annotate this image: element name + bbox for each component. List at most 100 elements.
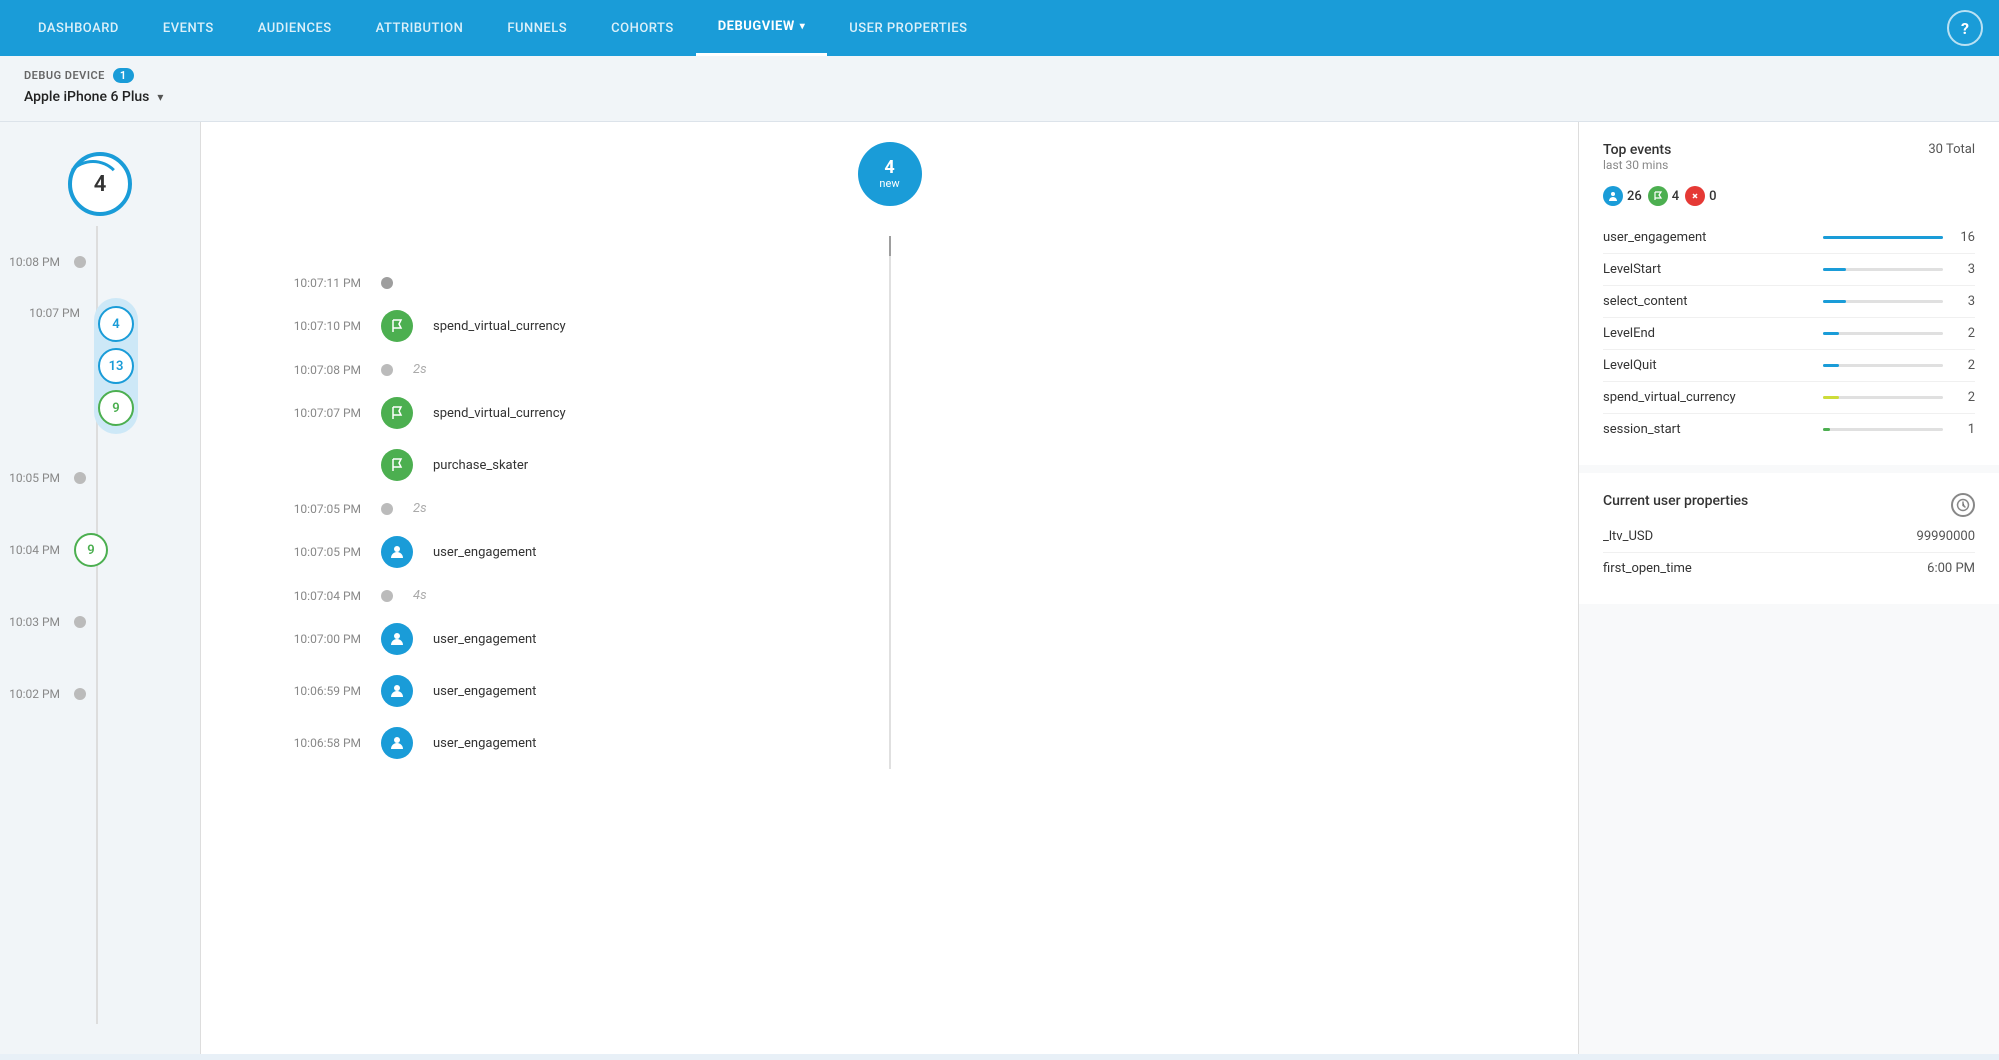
nav-audiences[interactable]: AUDIENCES xyxy=(236,0,354,56)
event-time: 10:07:05 PM xyxy=(241,545,361,559)
event-list-item[interactable]: LevelQuit 2 xyxy=(1603,350,1975,382)
prop-key: first_open_time xyxy=(1603,561,1692,576)
nav-funnels[interactable]: FUNNELS xyxy=(485,0,589,56)
event-list-count: 16 xyxy=(1955,230,1975,245)
timeline-row-1004: 10:04 PM 9 xyxy=(0,514,200,586)
timeline-node: 9 xyxy=(74,533,108,567)
event-time: 10:07:04 PM xyxy=(241,589,361,603)
event-name: spend_virtual_currency xyxy=(433,319,1538,334)
event-list-name: LevelStart xyxy=(1603,262,1811,277)
debugview-dropdown-arrow: ▾ xyxy=(800,21,806,32)
event-list-count: 2 xyxy=(1955,326,1975,341)
user-properties-title: Current user properties xyxy=(1603,493,1748,509)
timeline-time: 10:03 PM xyxy=(0,615,60,629)
timeline-node xyxy=(74,472,86,484)
nav-cohorts[interactable]: COHORTS xyxy=(589,0,696,56)
timeline-pill-green: 9 xyxy=(74,533,108,567)
event-list-name: select_content xyxy=(1603,294,1811,309)
feed-top-bubble: 4 new xyxy=(858,142,922,206)
feed-event-row-gap: 10:07:05 PM 2s xyxy=(201,491,1578,526)
event-list-item[interactable]: LevelStart 3 xyxy=(1603,254,1975,286)
event-bar xyxy=(1823,364,1943,367)
timeline-row-1005: 10:05 PM xyxy=(0,442,200,514)
timeline-node xyxy=(74,688,86,700)
left-timeline: 4 10:08 PM 10:07 PM 4 13 9 xyxy=(0,122,200,1054)
event-name: user_engagement xyxy=(433,736,1538,751)
event-bar xyxy=(1823,396,1943,399)
feed-event-row: purchase_skater xyxy=(201,439,1578,491)
timeline-pill-9: 9 xyxy=(98,390,134,426)
event-bar-fill xyxy=(1823,428,1830,431)
nav-events[interactable]: EVENTS xyxy=(141,0,236,56)
center-feed: 4 new 10:07:11 PM 10:07:10 PM xyxy=(200,122,1579,1054)
right-panel: Top events last 30 mins 30 Total 26 xyxy=(1579,122,1999,1054)
event-list-item[interactable]: spend_virtual_currency 2 xyxy=(1603,382,1975,414)
count-chip-red: 0 xyxy=(1685,186,1716,206)
device-selector[interactable]: Apple iPhone 6 Plus ▾ xyxy=(24,89,1975,105)
event-bar xyxy=(1823,268,1943,271)
timeline-dot xyxy=(74,616,86,628)
event-time: 10:06:58 PM xyxy=(241,736,361,750)
event-icon-gap xyxy=(381,503,393,515)
prop-row: _ltv_USD 99990000 xyxy=(1603,521,1975,553)
nav-dashboard[interactable]: DASHBOARD xyxy=(16,0,141,56)
feed-event-row-gap: 10:07:08 PM 2s xyxy=(201,352,1578,387)
event-icon-person xyxy=(381,675,413,707)
event-name: spend_virtual_currency xyxy=(433,406,1538,421)
event-time: 10:07:11 PM xyxy=(241,276,361,290)
timeline-row-1008: 10:08 PM xyxy=(0,226,200,298)
nav-debugview[interactable]: DEBUGVIEW ▾ xyxy=(696,0,828,56)
top-events-title: Top events xyxy=(1603,142,1671,158)
help-button[interactable]: ? xyxy=(1947,10,1983,46)
feed-event-row: 10:07:07 PM spend_virtual_currency xyxy=(201,387,1578,439)
feed-event-row: 10:07:10 PM spend_virtual_currency xyxy=(201,300,1578,352)
timeline-dot xyxy=(74,472,86,484)
prop-value: 6:00 PM xyxy=(1927,561,1975,576)
feed-event-row-gap: 10:07:04 PM 4s xyxy=(201,578,1578,613)
event-icon-gap xyxy=(381,364,393,376)
event-list-item[interactable]: select_content 3 xyxy=(1603,286,1975,318)
nav-user-properties[interactable]: USER PROPERTIES xyxy=(827,0,989,56)
nav-attribution[interactable]: ATTRIBUTION xyxy=(354,0,486,56)
event-bar-fill xyxy=(1823,268,1846,271)
timeline-pill-13: 13 xyxy=(98,348,134,384)
event-list-item[interactable]: LevelEnd 2 xyxy=(1603,318,1975,350)
event-list-name: LevelQuit xyxy=(1603,358,1811,373)
event-bar xyxy=(1823,428,1943,431)
debug-count-badge: 1 xyxy=(113,68,134,83)
event-list-count: 3 xyxy=(1955,294,1975,309)
event-icon-flag xyxy=(381,310,413,342)
timeline-node xyxy=(74,256,86,268)
event-name: purchase_skater xyxy=(433,458,1538,473)
event-bar-fill xyxy=(1823,300,1846,303)
event-list-name: session_start xyxy=(1603,422,1811,437)
event-icons-row: 26 4 0 xyxy=(1603,186,1975,206)
event-name-gap: 2s xyxy=(413,501,1538,516)
count-chip-blue: 26 xyxy=(1603,186,1642,206)
event-time: 10:07:05 PM xyxy=(241,502,361,516)
timeline-row-1003: 10:03 PM xyxy=(0,586,200,658)
feed-event-row: 10:06:59 PM user_engagement xyxy=(201,665,1578,717)
event-icon-dot xyxy=(381,277,393,289)
event-list-item[interactable]: user_engagement 16 xyxy=(1603,222,1975,254)
timeline-time: 10:08 PM xyxy=(0,255,60,269)
timeline-row-1002: 10:02 PM xyxy=(0,658,200,730)
event-bar xyxy=(1823,332,1943,335)
top-events-section: Top events last 30 mins 30 Total 26 xyxy=(1579,122,1999,465)
event-list-name: spend_virtual_currency xyxy=(1603,390,1811,405)
main-layout: 4 10:08 PM 10:07 PM 4 13 9 xyxy=(0,122,1999,1054)
event-list-count: 2 xyxy=(1955,358,1975,373)
event-icon-gap xyxy=(381,590,393,602)
timeline-time: 10:04 PM xyxy=(0,543,60,557)
timeline-top-circle: 4 xyxy=(68,152,132,216)
event-icon-flag xyxy=(381,449,413,481)
event-list-item[interactable]: session_start 1 xyxy=(1603,414,1975,445)
count-chip-green: 4 xyxy=(1648,186,1679,206)
feed-events: 10:07:11 PM 10:07:10 PM spend_virtual_cu… xyxy=(201,266,1578,769)
event-name-gap: 2s xyxy=(413,362,1538,377)
prop-key: _ltv_USD xyxy=(1603,529,1653,544)
history-icon[interactable] xyxy=(1951,493,1975,517)
event-bar-fill xyxy=(1823,396,1839,399)
event-bar-fill xyxy=(1823,332,1839,335)
feed-event-row: 10:07:11 PM xyxy=(201,266,1578,300)
